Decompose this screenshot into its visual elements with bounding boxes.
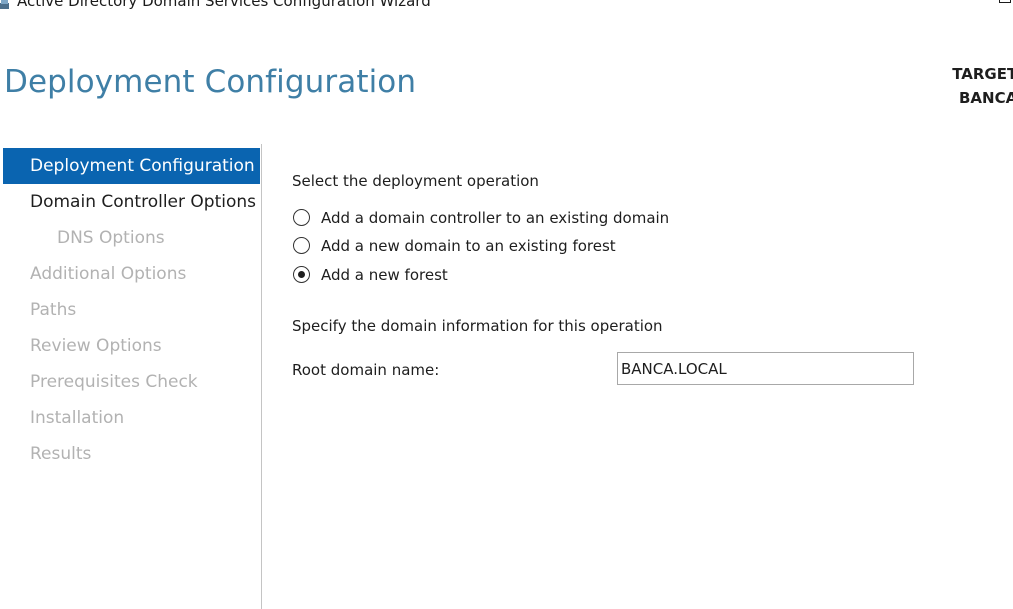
window-title: Active Directory Domain Services Configu… xyxy=(17,0,431,10)
operation-heading: Select the deployment operation xyxy=(292,172,539,190)
nav-item-review-options: Review Options xyxy=(3,328,260,364)
target-server-name: BANCA xyxy=(959,89,1013,107)
nav-item-prerequisites-check: Prerequisites Check xyxy=(3,364,260,400)
nav-item-label: Results xyxy=(30,444,92,464)
wizard-steps-nav: Deployment Configuration Domain Controll… xyxy=(0,144,262,609)
root-domain-label: Root domain name: xyxy=(292,361,440,379)
nav-item-installation: Installation xyxy=(3,400,260,436)
nav-item-label: Review Options xyxy=(30,336,162,356)
nav-item-deployment-configuration[interactable]: Deployment Configuration xyxy=(3,148,260,184)
radio-label: Add a new forest xyxy=(321,266,448,284)
nav-item-label: Deployment Configuration xyxy=(30,156,255,176)
app-icon xyxy=(0,0,9,9)
page-title: Deployment Configuration xyxy=(4,64,417,100)
nav-item-results: Results xyxy=(3,436,260,472)
maximize-button[interactable] xyxy=(990,0,1013,12)
nav-item-label: DNS Options xyxy=(57,228,165,248)
wizard-window: Active Directory Domain Services Configu… xyxy=(0,0,1013,609)
target-server: TARGET BANCA xyxy=(948,62,1013,110)
nav-item-paths: Paths xyxy=(3,292,260,328)
nav-item-label: Domain Controller Options xyxy=(30,192,256,212)
radio-label: Add a new domain to an existing forest xyxy=(321,237,616,255)
radio-label: Add a domain controller to an existing d… xyxy=(321,209,670,227)
radio-button[interactable] xyxy=(293,237,310,254)
nav-item-label: Installation xyxy=(30,408,125,428)
nav-item-additional-options: Additional Options xyxy=(3,256,260,292)
nav-item-label: Additional Options xyxy=(30,264,187,284)
domain-info-heading: Specify the domain information for this … xyxy=(292,317,663,335)
radio-button[interactable] xyxy=(293,209,310,226)
title-bar: Active Directory Domain Services Configu… xyxy=(0,0,1013,24)
nav-item-domain-controller-options[interactable]: Domain Controller Options xyxy=(3,184,260,220)
nav-item-label: Prerequisites Check xyxy=(30,372,198,392)
target-server-label: TARGET xyxy=(952,65,1013,83)
radio-button-selected[interactable] xyxy=(293,266,310,283)
root-domain-input[interactable] xyxy=(617,352,914,385)
nav-item-dns-options: DNS Options xyxy=(3,220,260,256)
main-content: Select the deployment operation Add a do… xyxy=(262,144,1013,609)
nav-item-label: Paths xyxy=(30,300,77,320)
minimize-button[interactable] xyxy=(923,0,953,14)
